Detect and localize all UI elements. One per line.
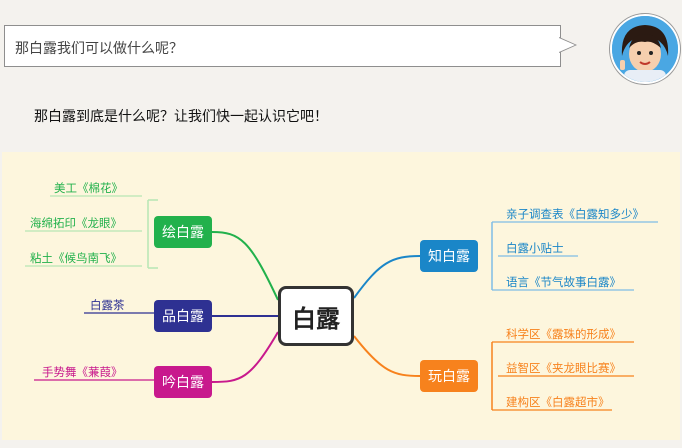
branch-node-play: 玩白露 [420, 360, 478, 392]
leaf-draw-1: 美工《棉花》 [54, 181, 123, 195]
leaf-play-1: 科学区《露珠的形成》 [506, 327, 621, 341]
branch-node-taste: 品白露 [154, 300, 212, 332]
branch-node-draw: 绘白露 [154, 216, 212, 248]
leaf-know-2: 白露小贴士 [506, 241, 564, 255]
leaf-know-3: 语言《节气故事白露》 [506, 275, 621, 289]
leaf-play-2: 益智区《夹龙眼比赛》 [506, 361, 621, 375]
leaf-taste-1: 白露茶 [90, 298, 125, 312]
connector-know [353, 255, 421, 299]
leaf-draw-3: 粘土《候鸟南飞》 [30, 251, 122, 265]
connector-chant [211, 331, 279, 383]
leaf-chant-1: 手势舞《蒹葭》 [42, 365, 123, 379]
leaf-know-1: 亲子调查表《白露知多少》 [506, 207, 644, 221]
connector-play [353, 335, 421, 377]
center-node: 白露 [278, 286, 354, 346]
leaf-draw-2: 海绵拓印《龙眼》 [30, 216, 122, 230]
branch-node-know: 知白露 [420, 240, 478, 272]
leaf-play-3: 建构区《白露超市》 [506, 395, 610, 409]
branch-node-chant: 吟白露 [154, 366, 212, 398]
connector-draw [211, 231, 279, 301]
